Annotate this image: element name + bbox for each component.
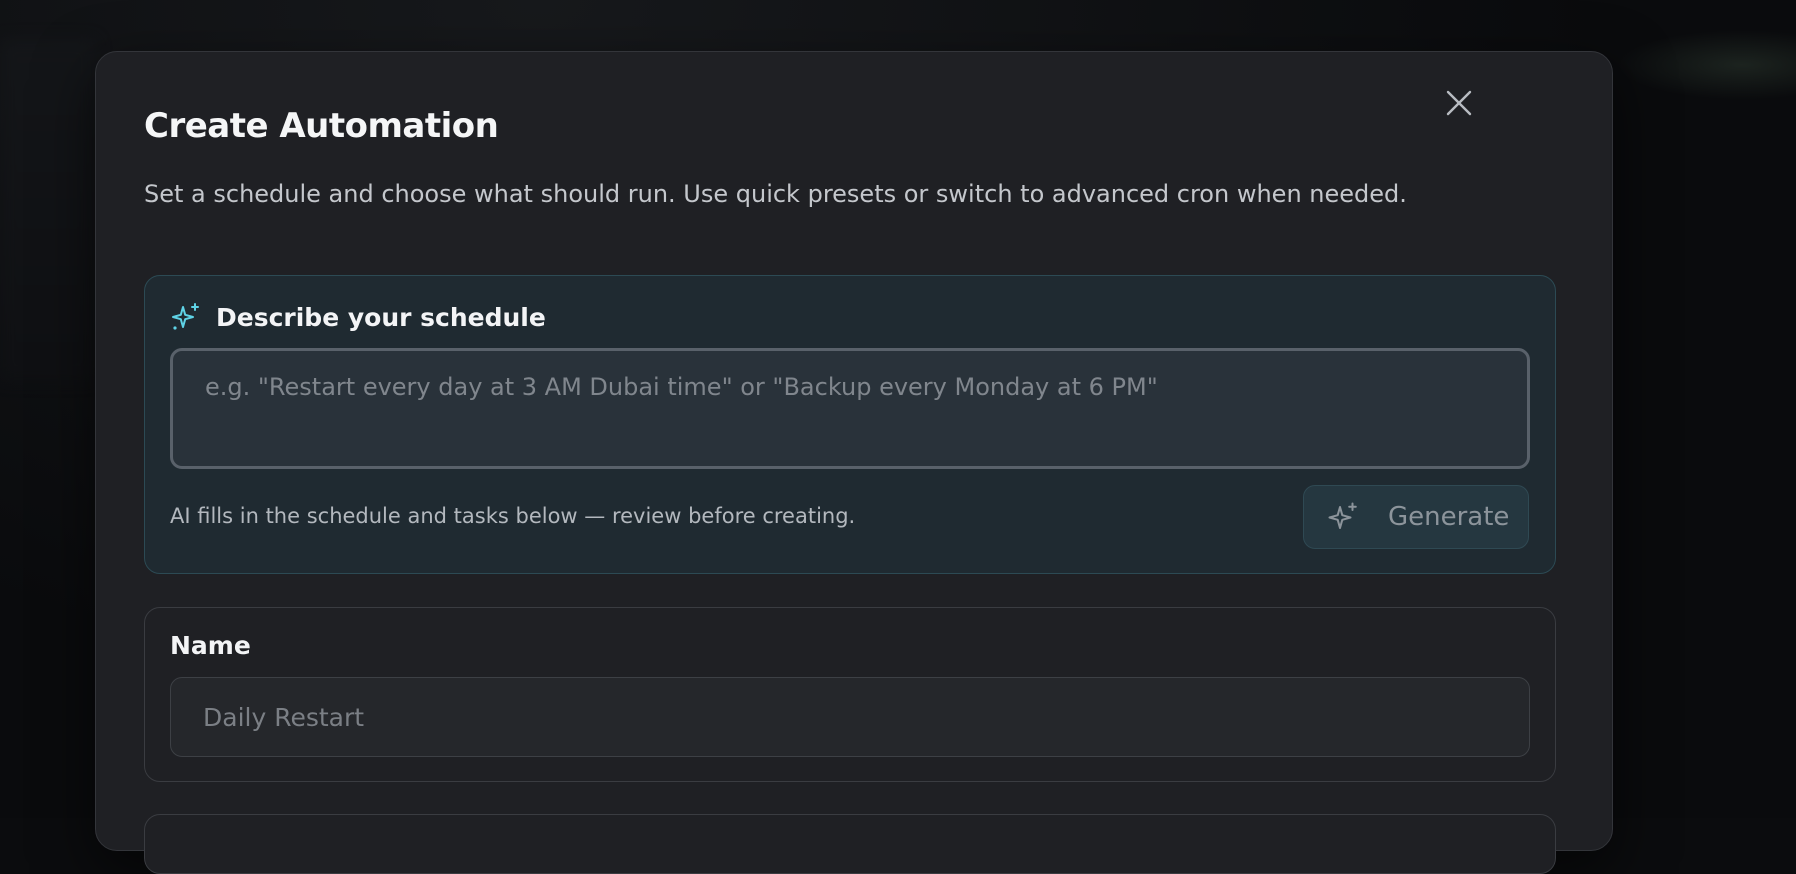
ai-schedule-header: Describe your schedule	[170, 299, 546, 335]
background-content-right	[1616, 30, 1796, 100]
sparkles-icon	[1328, 502, 1357, 529]
ai-hint-text: AI fills in the schedule and tasks below…	[170, 504, 856, 528]
schedule-description-input[interactable]	[170, 348, 1530, 469]
sparkles-icon	[172, 303, 199, 330]
generate-button[interactable]: Generate	[1303, 485, 1529, 549]
ai-schedule-label: Describe your schedule	[216, 302, 546, 332]
name-input[interactable]	[170, 677, 1530, 757]
background-content-left	[0, 40, 95, 380]
schedule-card	[144, 814, 1556, 874]
name-label: Name	[170, 631, 251, 660]
dialog-subtitle: Set a schedule and choose what should ru…	[144, 180, 1407, 208]
generate-button-label: Generate	[1388, 502, 1510, 532]
close-button[interactable]	[1441, 85, 1477, 121]
dialog-title: Create Automation	[144, 106, 499, 146]
close-icon	[1446, 90, 1472, 116]
